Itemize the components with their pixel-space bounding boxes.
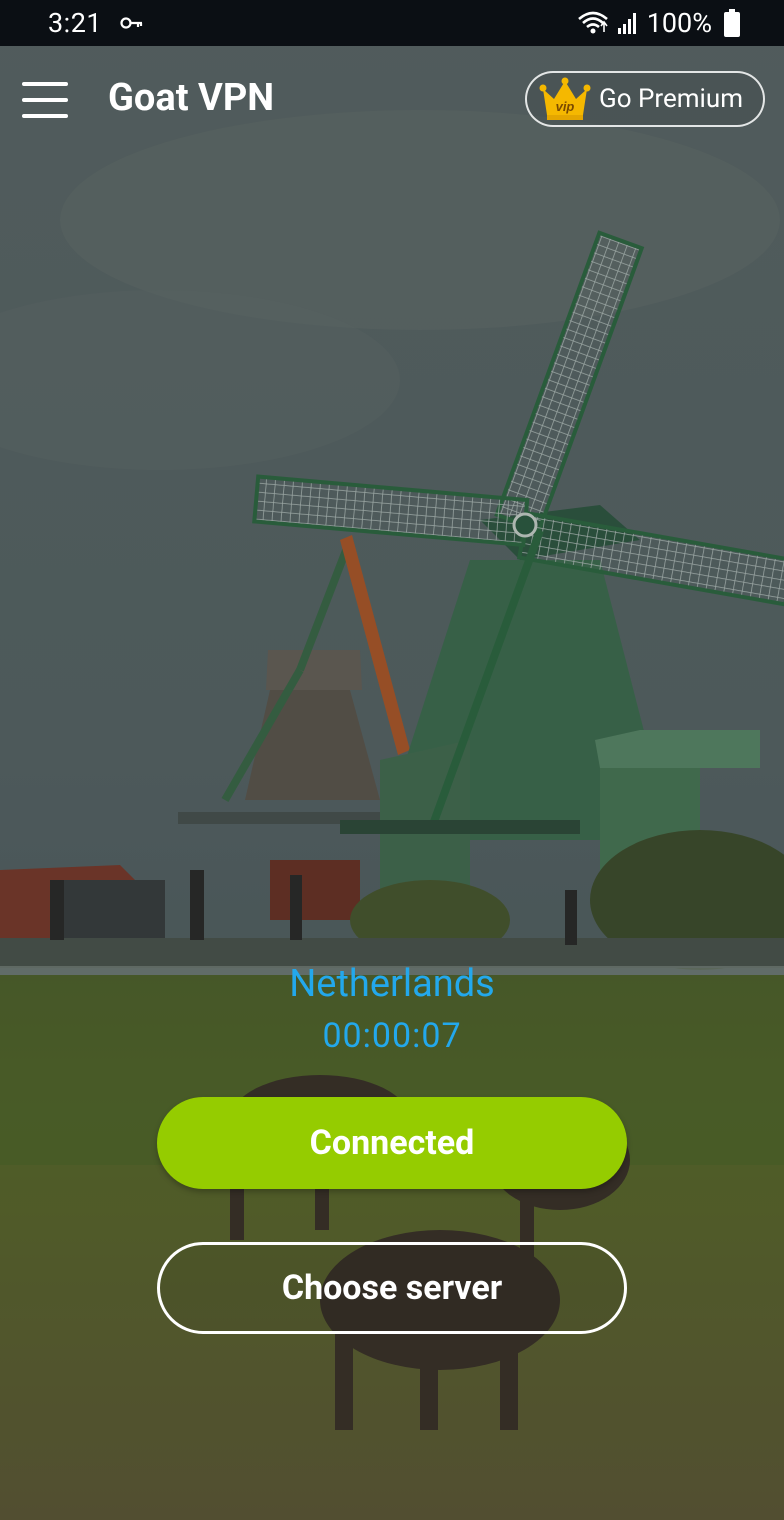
status-icons: 100%	[577, 7, 740, 39]
hamburger-menu-icon[interactable]	[22, 82, 68, 118]
app-bar: Goat VPN vip Go Premium	[0, 46, 784, 154]
go-premium-label: Go Premium	[599, 84, 744, 114]
vpn-key-icon	[120, 17, 143, 29]
wifi-icon	[577, 11, 608, 34]
connection-status-button[interactable]: Connected	[157, 1097, 627, 1189]
vip-badge-text: vip	[556, 99, 575, 114]
vip-crown-icon: vip	[539, 77, 591, 120]
signal-icon	[617, 13, 636, 34]
app-title: Goat VPN	[108, 76, 275, 120]
vpn-home-screen: 3:21 100% Goat VPN vip Go Premium Nether…	[0, 0, 784, 1520]
choose-server-button[interactable]: Choose server	[157, 1242, 627, 1334]
status-time: 3:21	[48, 7, 103, 39]
status-bar: 3:21 100%	[0, 0, 784, 46]
battery-percent: 100%	[646, 7, 712, 39]
battery-icon	[724, 9, 740, 37]
go-premium-button[interactable]: vip Go Premium	[525, 71, 765, 127]
connection-timer: 00:00:07	[322, 1016, 462, 1056]
connected-country: Netherlands	[289, 962, 495, 1006]
